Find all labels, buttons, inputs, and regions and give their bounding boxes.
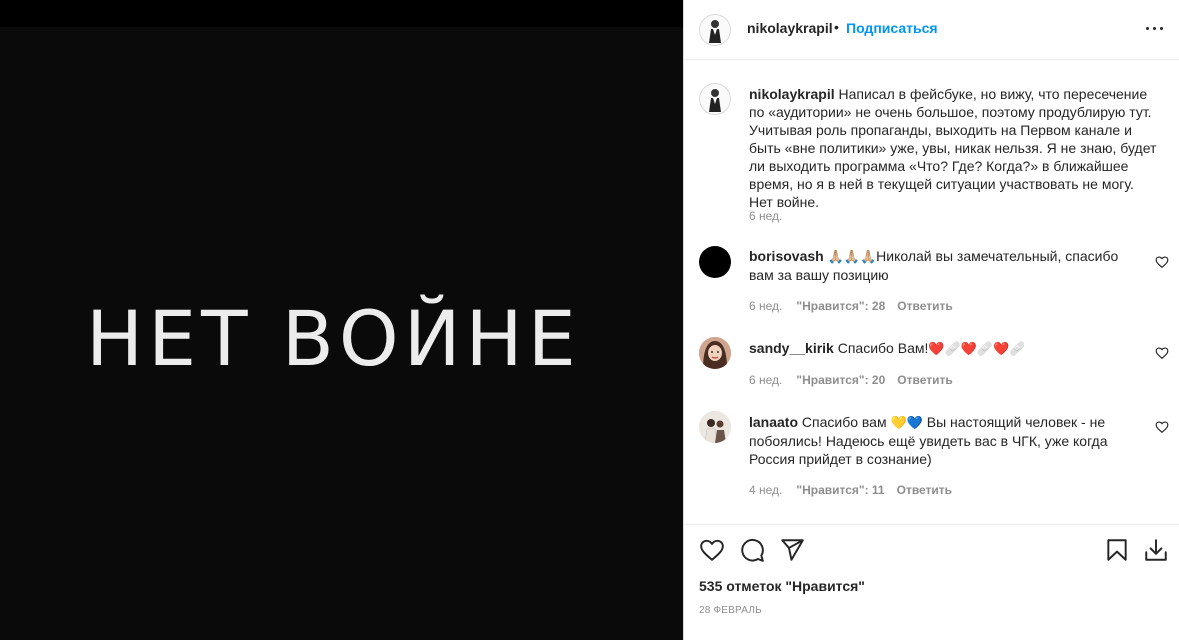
comment-emoji: 💛💙 [890,415,923,430]
author-avatar-figure [709,89,721,112]
caption-username[interactable]: nikolaykrapil [749,86,835,102]
comment-likes[interactable]: "Нравится": 11 [796,483,884,497]
heart-icon[interactable] [699,537,725,563]
comment-time[interactable]: 6 нед. [749,373,782,387]
commenter-avatar-photo [699,411,731,443]
comment-meta: 6 нед. "Нравится": 28 Ответить [749,299,953,313]
post-image[interactable]: НЕТ ВОЙНЕ [0,27,683,640]
reply-button[interactable]: Ответить [897,483,952,497]
author-avatar-figure [709,20,721,43]
comment-username[interactable]: sandy__kirik [749,340,834,356]
author-avatar[interactable] [699,83,731,115]
commenter-avatar[interactable] [699,337,731,369]
post-date: 28 ФЕВРАЛЬ [699,605,762,616]
commenter-avatar[interactable] [699,246,731,278]
reply-button[interactable]: Ответить [897,299,952,313]
caption-text: nikolaykrapil Написал в фейсбуке, но виж… [749,85,1159,211]
follow-button[interactable]: Подписаться [846,20,938,36]
separator-dot: • [834,19,839,35]
comment-time[interactable]: 6 нед. [749,299,782,313]
comment-likes[interactable]: "Нравится": 20 [796,373,885,387]
reply-button[interactable]: Ответить [897,373,952,387]
comment-text: sandy__kirik Спасибо Вам!❤️🩹❤️🩹❤️🩹 [749,339,1139,358]
author-avatar[interactable] [699,14,731,46]
small-heart-icon[interactable] [1155,420,1169,434]
small-heart-icon[interactable] [1155,255,1169,269]
bookmark-icon[interactable] [1104,537,1130,563]
image-top-bar [0,0,683,27]
likes-count[interactable]: 535 отметок "Нравится" [699,578,865,594]
author-username[interactable]: nikolaykrapil [747,20,833,36]
commenter-avatar[interactable] [699,411,731,443]
post-image-text: НЕТ ВОЙНЕ [86,294,581,383]
caption-body: Написал в фейсбуке, но вижу, что пересеч… [749,86,1157,210]
comment-bubble-icon[interactable] [739,537,765,563]
post-side-panel: nikolaykrapil • Подписаться nikolaykrapi… [683,0,1179,640]
comment-text: lanaato Спасибо вам 💛💙 Вы настоящий чело… [749,413,1139,468]
comment-username[interactable]: lanaato [749,414,798,430]
comment-meta: 4 нед. "Нравится": 11 Ответить [749,483,952,497]
comment-emoji: 🙏🏼🙏🏼🙏🏼 [827,249,877,264]
comment-time[interactable]: 4 нед. [749,483,782,497]
post-header: nikolaykrapil • Подписаться [684,0,1179,60]
comment-likes[interactable]: "Нравится": 28 [796,299,885,313]
comment-body: Спасибо вам [801,414,887,430]
caption-time-label[interactable]: 6 нед. [749,209,782,223]
comment-text: borisovash 🙏🏼🙏🏼🙏🏼Николай вы замечательны… [749,247,1139,284]
comment-username[interactable]: borisovash [749,248,824,264]
small-heart-icon[interactable] [1155,346,1169,360]
paper-plane-icon[interactable] [779,537,805,563]
commenter-avatar-photo [699,337,731,369]
post-actions: 535 отметок "Нравится" 28 ФЕВРАЛЬ [684,524,1179,640]
comments-list[interactable]: nikolaykrapil Написал в фейсбуке, но виж… [684,60,1179,524]
download-icon[interactable] [1143,537,1169,563]
caption-time: 6 нед. [749,209,782,223]
more-dots-icon[interactable] [1142,18,1168,38]
comment-emoji: ❤️🩹❤️🩹❤️🩹 [928,341,1026,356]
comment-body: Спасибо Вам! [837,340,929,356]
comment-meta: 6 нед. "Нравится": 20 Ответить [749,373,953,387]
